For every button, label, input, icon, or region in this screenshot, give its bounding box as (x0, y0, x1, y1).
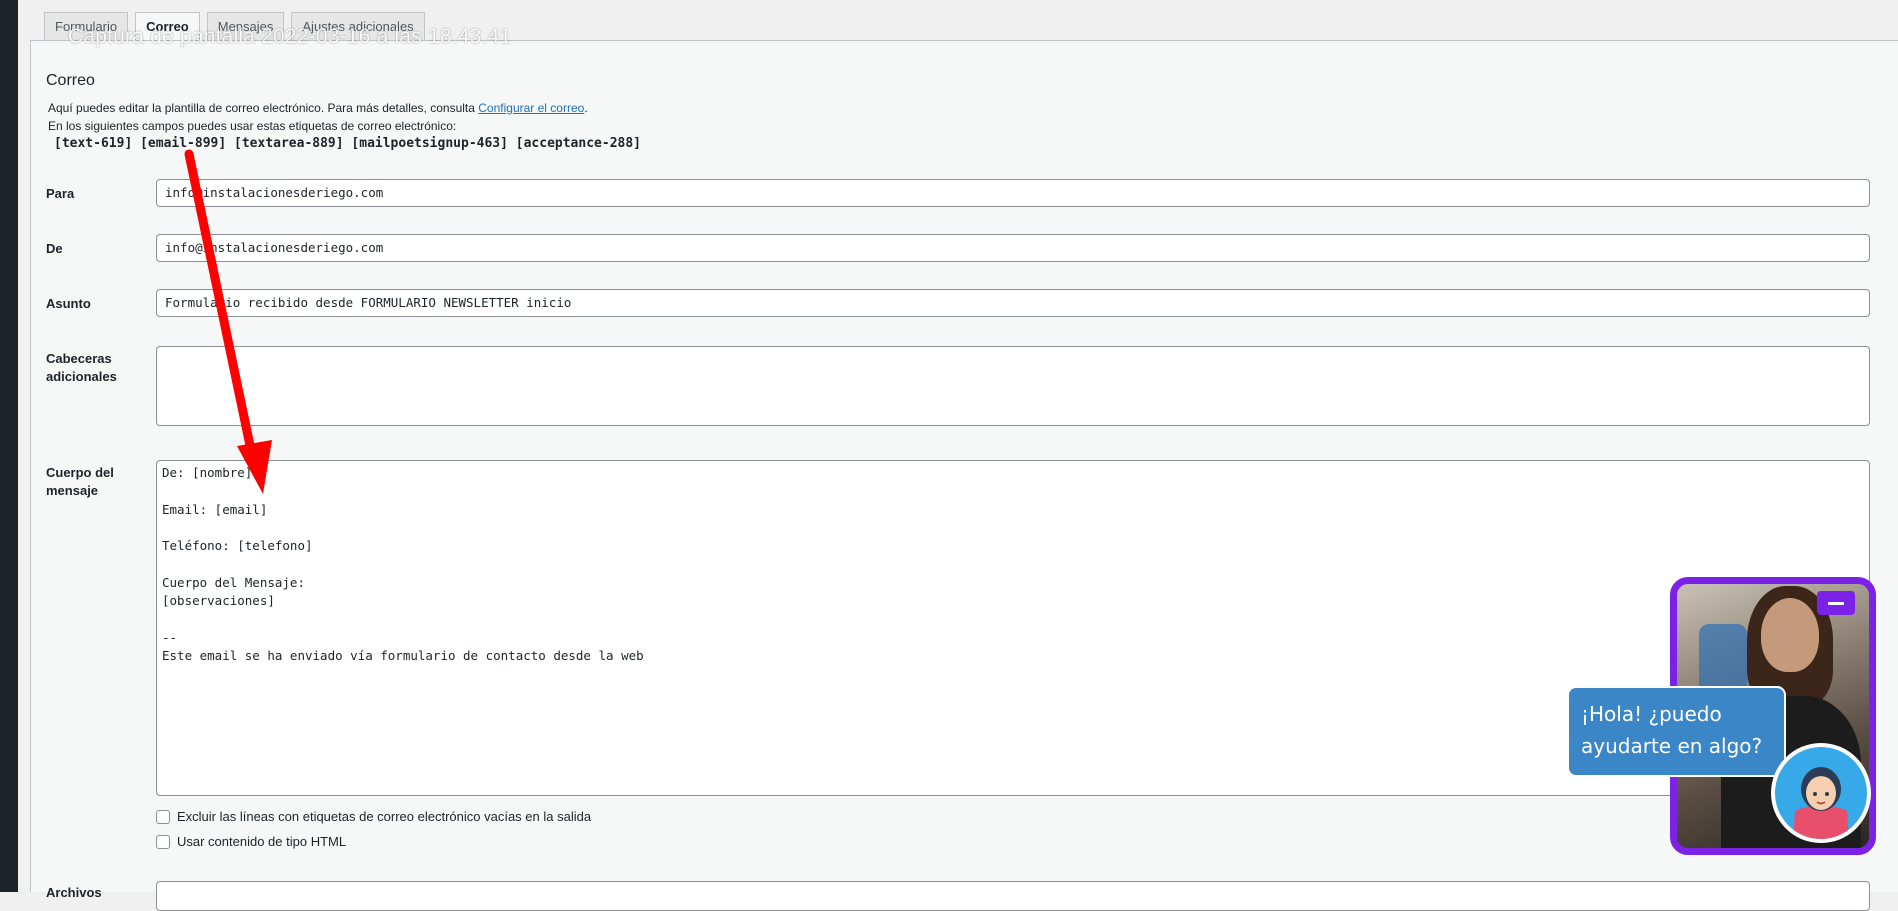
cuerpo-text: De: [nombre] Email: [email] Teléfono: [t… (162, 464, 644, 665)
agent-avatar-icon (1793, 767, 1849, 839)
use-html-checkbox[interactable] (156, 834, 170, 849)
body-line (162, 555, 644, 573)
description-text: Aquí puedes editar la plantilla de corre… (48, 101, 479, 115)
chat-minimize-button[interactable] (1817, 591, 1855, 615)
description-suffix: . (584, 101, 588, 115)
cuerpo-label: Cuerpo del mensaje (46, 464, 114, 500)
use-html-label: Usar contenido de tipo HTML (177, 834, 347, 849)
body-line: -- (162, 629, 178, 645)
asunto-input[interactable]: Formulario recibido desde FORMULARIO NEW… (156, 289, 1870, 317)
body-line (162, 482, 644, 500)
de-input[interactable]: info@instalacionesderiego.com (156, 234, 1870, 262)
chat-video-face (1761, 598, 1819, 672)
archivos-label: Archivos (46, 885, 102, 900)
body-line: [observaciones] (162, 593, 275, 609)
body-line (162, 610, 644, 628)
body-line: Email: [email] (162, 501, 268, 517)
asunto-label: Asunto (46, 296, 91, 311)
admin-sidebar-edge (0, 0, 18, 892)
body-line: De: [nombre] (162, 465, 253, 480)
para-label: Para (46, 186, 75, 201)
body-line: Cuerpo del Mensaje: (162, 574, 305, 590)
body-line (162, 519, 644, 537)
mail-description: Aquí puedes editar la plantilla de corre… (48, 101, 588, 115)
minimize-icon (1828, 601, 1844, 605)
para-input[interactable]: info@instalacionesderiego.com (156, 179, 1870, 207)
chat-agent-avatar[interactable] (1771, 743, 1871, 843)
configure-mail-link[interactable]: Configurar el correo (478, 101, 584, 115)
exclude-empty-lines-label: Excluir las líneas con etiquetas de corr… (177, 809, 592, 824)
cuerpo-label-line1: Cuerpo del (46, 465, 114, 480)
cabeceras-label-line1: Cabeceras (46, 351, 112, 366)
mail-tags-intro: En los siguientes campos puedes usar est… (48, 119, 457, 133)
body-line: Este email se ha enviado vía formulario … (162, 647, 644, 663)
cabeceras-label-line2: adicionales (46, 369, 117, 384)
exclude-empty-lines-checkbox[interactable] (156, 809, 170, 824)
cabeceras-textarea[interactable] (156, 346, 1870, 426)
screenshot-title-overlay: Captura de pantalla 2022-03-16 a las 18.… (68, 25, 512, 48)
cabeceras-label: Cabeceras adicionales (46, 350, 117, 386)
chat-greeting-bubble[interactable]: ¡Hola! ¿puedo ayudarte en algo? (1567, 686, 1786, 777)
de-label: De (46, 241, 63, 256)
avatar-icon (1775, 747, 1867, 839)
cuerpo-label-line2: mensaje (46, 483, 99, 498)
body-line: Teléfono: [telefono] (162, 538, 313, 554)
archivos-textarea[interactable] (156, 881, 1870, 911)
section-title: Correo (46, 72, 95, 89)
exclude-empty-lines-option[interactable]: Excluir las líneas con etiquetas de corr… (156, 809, 591, 824)
use-html-option[interactable]: Usar contenido de tipo HTML (156, 834, 346, 849)
mail-tags-list: [text-619] [email-899] [textarea-889] [m… (54, 136, 641, 151)
